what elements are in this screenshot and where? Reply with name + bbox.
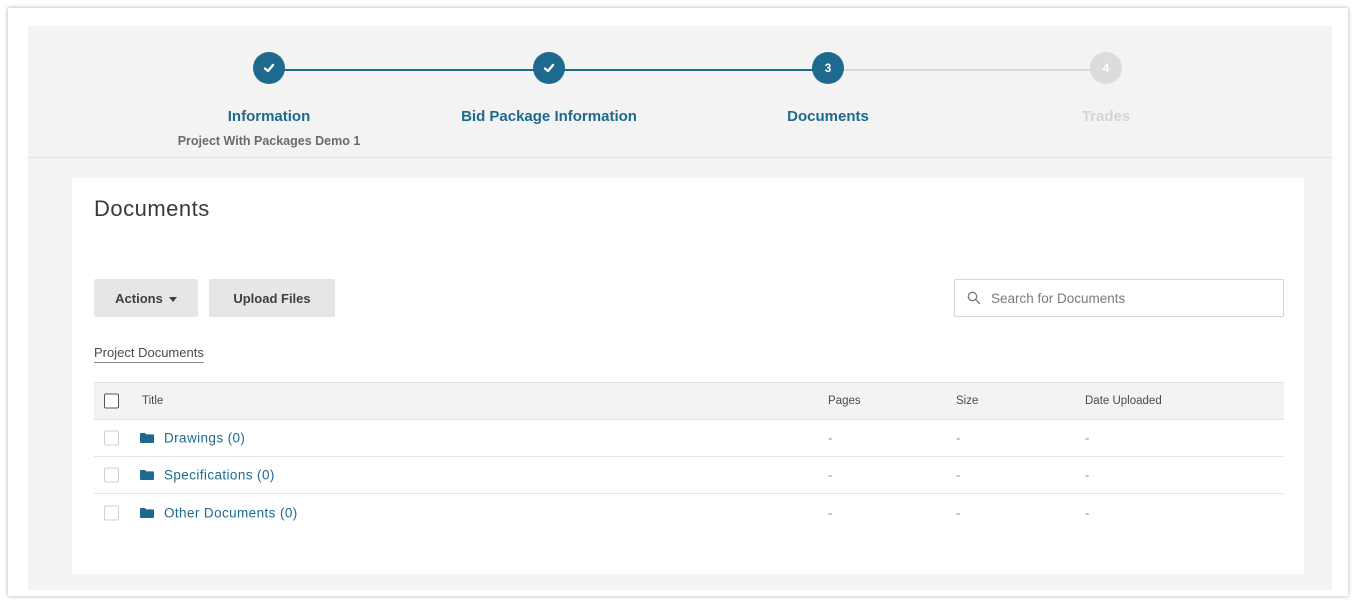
step-label: Information [227, 108, 311, 125]
size-cell: - [956, 505, 961, 520]
folder-link-other-documents[interactable]: Other Documents (0) [164, 505, 298, 520]
progress-stepper: Information Project With Packages Demo 1… [28, 26, 1332, 158]
breadcrumb-project-documents[interactable]: Project Documents [94, 345, 204, 363]
size-cell: - [956, 430, 961, 446]
app-frame: Information Project With Packages Demo 1… [8, 8, 1348, 596]
folder-icon [140, 470, 154, 480]
folder-link-specifications[interactable]: Specifications (0) [164, 468, 275, 483]
step-label: Documents [787, 108, 869, 125]
search-box[interactable] [954, 279, 1284, 317]
step-label: Trades [1081, 108, 1131, 125]
column-header-pages[interactable]: Pages [828, 395, 861, 407]
step-connector [828, 69, 1107, 71]
table-header: Title Pages Size Date Uploaded [94, 382, 1284, 420]
column-header-size[interactable]: Size [956, 395, 978, 407]
check-icon [543, 63, 555, 73]
row-checkbox[interactable] [104, 467, 119, 483]
column-header-title[interactable]: Title [142, 395, 163, 407]
upload-files-button[interactable]: Upload Files [209, 279, 335, 317]
column-header-date-uploaded[interactable]: Date Uploaded [1085, 395, 1162, 407]
date-uploaded-cell: - [1085, 505, 1090, 520]
size-cell: - [956, 467, 961, 483]
actions-label: Actions [115, 290, 163, 306]
check-icon [263, 63, 275, 73]
step-connector [271, 69, 550, 71]
step-label: Bid Package Information [461, 108, 637, 125]
pages-cell: - [828, 430, 833, 446]
step-1-complete-circle [253, 52, 285, 84]
actions-dropdown-button[interactable]: Actions [94, 279, 198, 317]
row-checkbox[interactable] [104, 505, 119, 520]
page-title: Documents [94, 196, 210, 221]
folder-icon [140, 507, 154, 518]
table-row: Drawings (0) - - - [94, 420, 1284, 457]
step-number-circle: 4 [1090, 52, 1122, 84]
date-uploaded-cell: - [1085, 467, 1090, 483]
upload-files-label: Upload Files [233, 290, 311, 306]
search-icon [967, 291, 981, 305]
date-uploaded-cell: - [1085, 430, 1090, 446]
folder-link-drawings[interactable]: Drawings (0) [164, 431, 245, 446]
table-row: Specifications (0) - - - [94, 457, 1284, 494]
step-2-complete-circle [533, 52, 565, 84]
step-connector [549, 69, 828, 71]
caret-down-icon [168, 296, 177, 302]
table-row: Other Documents (0) - - - [94, 494, 1284, 531]
step-sublabel: Project With Packages Demo 1 [177, 134, 361, 148]
pages-cell: - [828, 505, 833, 520]
documents-table: Title Pages Size Date Uploaded Drawings … [94, 382, 1284, 531]
row-checkbox[interactable] [104, 430, 119, 446]
select-all-checkbox[interactable] [104, 393, 119, 409]
step-number-circle: 3 [812, 52, 844, 84]
search-input[interactable] [991, 290, 1271, 306]
documents-card: Documents Actions Upload Files Project D… [72, 178, 1304, 574]
pages-cell: - [828, 467, 833, 483]
folder-icon [140, 433, 154, 443]
